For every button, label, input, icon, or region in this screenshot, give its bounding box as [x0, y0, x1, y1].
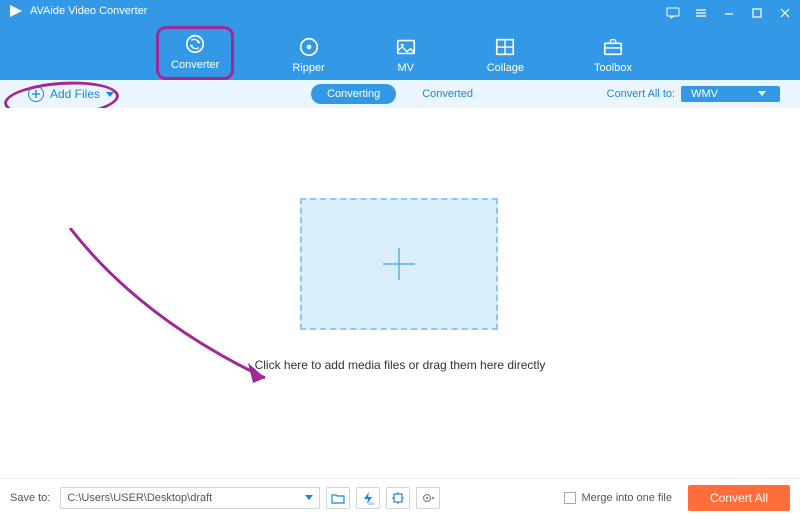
tab-label: MV	[397, 62, 414, 74]
chevron-down-icon	[758, 91, 766, 97]
minimize-icon[interactable]	[720, 4, 738, 22]
subbar: Add Files Converting Converted Convert A…	[0, 80, 800, 108]
ripper-icon	[298, 36, 320, 58]
chevron-down-icon	[305, 495, 313, 501]
drop-instruction: Click here to add media files or drag th…	[255, 358, 546, 372]
footer: Save to: C:\Users\USER\Desktop\draft ON …	[0, 478, 800, 516]
settings-button[interactable]	[416, 487, 440, 509]
drop-zone[interactable]	[300, 198, 498, 330]
tab-label: Collage	[487, 62, 524, 74]
format-select[interactable]: WMV	[681, 86, 780, 102]
chip-icon	[391, 491, 405, 505]
merge-label: Merge into one file	[581, 492, 672, 504]
segment-converting[interactable]: Converting	[311, 84, 396, 104]
save-path-select[interactable]: C:\Users\USER\Desktop\draft	[60, 487, 320, 509]
header: AVAide Video Converter Converter Ripper …	[0, 0, 800, 80]
open-folder-button[interactable]	[326, 487, 350, 509]
main-tabs: Converter Ripper MV Collage Toolbox	[0, 22, 800, 80]
checkbox-icon	[564, 492, 576, 504]
tab-mv[interactable]: MV	[383, 32, 429, 80]
titlebar: AVAide Video Converter	[0, 0, 800, 22]
converter-icon	[184, 33, 206, 55]
tab-ripper[interactable]: Ripper	[280, 32, 336, 80]
maximize-icon[interactable]	[748, 4, 766, 22]
convert-all-to-label: Convert All to:	[607, 88, 675, 100]
convert-all-button[interactable]: Convert All	[688, 485, 790, 511]
window-controls	[664, 4, 794, 22]
app-title: AVAide Video Converter	[30, 5, 147, 17]
collage-icon	[494, 36, 516, 58]
gpu-button[interactable]	[386, 487, 410, 509]
add-files-label: Add Files	[50, 87, 100, 101]
toolbox-icon	[602, 36, 624, 58]
save-path-value: C:\Users\USER\Desktop\draft	[67, 492, 212, 504]
folder-icon	[331, 491, 345, 505]
menu-icon[interactable]	[692, 4, 710, 22]
mv-icon	[395, 36, 417, 58]
gear-icon	[421, 491, 435, 505]
plus-icon	[377, 242, 421, 286]
bolt-button[interactable]: ON	[356, 487, 380, 509]
app-logo-icon	[8, 3, 24, 19]
tab-label: Converter	[171, 59, 219, 71]
bolt-icon: ON	[361, 491, 375, 505]
svg-text:ON: ON	[368, 501, 374, 505]
tab-toolbox[interactable]: Toolbox	[582, 32, 644, 80]
convert-all-to: Convert All to: WMV	[607, 86, 780, 102]
annotation-arrow	[60, 228, 290, 398]
main-area: Click here to add media files or drag th…	[0, 108, 800, 478]
tab-label: Ripper	[292, 62, 324, 74]
tab-label: Toolbox	[594, 62, 632, 74]
format-value: WMV	[691, 88, 718, 100]
add-files-button[interactable]: Add Files	[20, 83, 122, 105]
save-to-label: Save to:	[10, 492, 50, 504]
merge-checkbox[interactable]: Merge into one file	[564, 492, 672, 504]
tab-collage[interactable]: Collage	[475, 32, 536, 80]
feedback-icon[interactable]	[664, 4, 682, 22]
chevron-down-icon	[106, 87, 114, 101]
close-icon[interactable]	[776, 4, 794, 22]
plus-circle-icon	[28, 86, 44, 102]
tab-converter[interactable]: Converter	[156, 26, 234, 80]
status-segment: Converting Converted	[311, 84, 489, 104]
segment-converted[interactable]: Converted	[406, 84, 489, 104]
